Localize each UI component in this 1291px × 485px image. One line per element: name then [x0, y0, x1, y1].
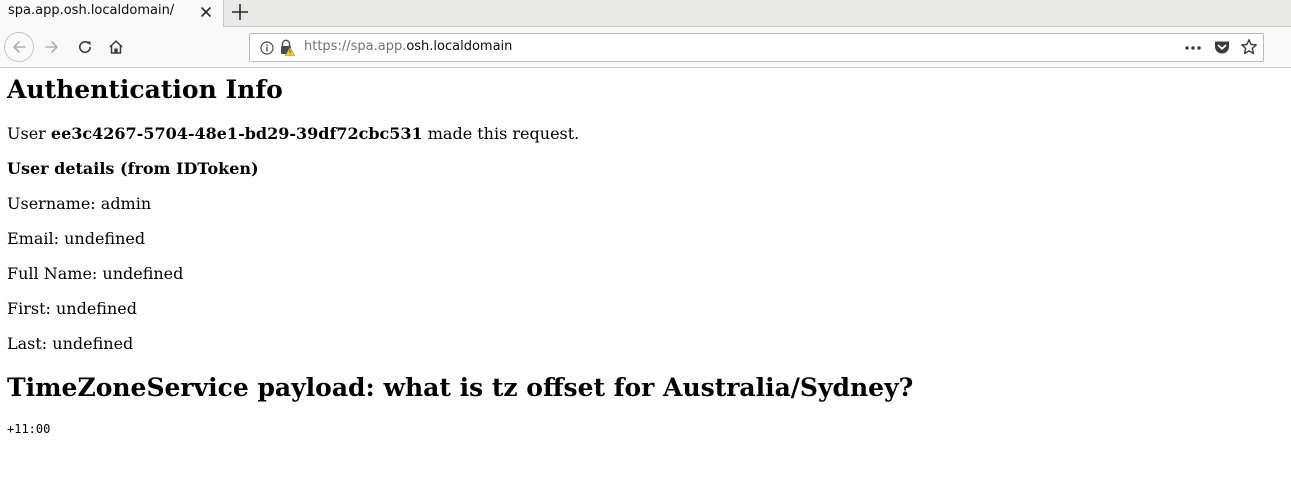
username-line: Username: admin — [7, 194, 152, 213]
info-icon[interactable] — [260, 40, 274, 55]
tab-strip: spa.app.osh.localdomain/ — [0, 0, 1291, 27]
close-icon[interactable] — [197, 3, 215, 21]
arrow-right-icon[interactable] — [37, 32, 67, 62]
url-text[interactable]: https://spa.app.osh.localdomain — [304, 39, 512, 54]
pocket-icon[interactable] — [1213, 39, 1231, 56]
star-icon[interactable] — [1240, 38, 1258, 56]
email-line: Email: undefined — [7, 229, 146, 248]
timezone-offset-value: +11:00 — [7, 422, 51, 436]
details-heading: User details (from IDToken) — [7, 159, 259, 178]
full-name-line: Full Name: undefined — [7, 264, 184, 283]
user-prefix: User — [7, 124, 51, 143]
reload-icon[interactable] — [70, 32, 100, 62]
request-user-line: User ee3c4267-5704-48e1-bd29-39df72cbc53… — [7, 124, 579, 143]
home-icon[interactable] — [101, 32, 131, 62]
navigation-toolbar: https://spa.app.osh.localdomain — [0, 27, 1291, 68]
url-host: osh.localdomain — [406, 39, 513, 54]
address-bar[interactable]: https://spa.app.osh.localdomain — [249, 33, 1264, 62]
details-heading-text: User details (from IDToken) — [7, 159, 259, 178]
last-name-line: Last: undefined — [7, 334, 134, 353]
page-title: Authentication Info — [7, 75, 283, 104]
arrow-left-icon[interactable] — [4, 32, 34, 62]
browser-tab[interactable]: spa.app.osh.localdomain/ — [0, 0, 224, 27]
tab-title: spa.app.osh.localdomain/ — [8, 3, 175, 18]
user-suffix: made this request. — [422, 124, 580, 143]
timezone-heading: TimeZoneService payload: what is tz offs… — [7, 373, 914, 402]
plus-icon[interactable] — [229, 1, 251, 23]
user-id: ee3c4267-5704-48e1-bd29-39df72cbc531 — [50, 124, 423, 143]
lock-warning-icon[interactable] — [279, 39, 296, 56]
url-scheme-subdomain: https://spa.app. — [304, 39, 407, 54]
more-icon[interactable] — [1184, 40, 1202, 56]
first-name-line: First: undefined — [7, 299, 137, 318]
